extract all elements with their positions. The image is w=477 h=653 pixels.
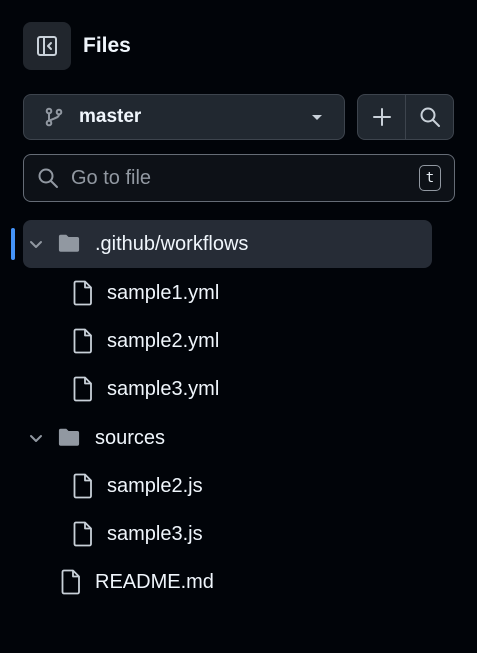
folder-icon	[58, 426, 80, 450]
tree-item-sample2-js[interactable]: sample2.js	[23, 462, 432, 510]
go-to-file-field[interactable]: t	[23, 154, 455, 202]
tree-item-github-workflows[interactable]: .github/workflows	[23, 220, 432, 268]
git-branch-icon	[43, 106, 65, 128]
sidebar-collapse-icon	[37, 36, 57, 56]
chevron-down-icon[interactable]	[29, 237, 43, 251]
tree-item-label: README.md	[95, 570, 214, 593]
file-icon	[73, 473, 95, 499]
file-actions-group	[357, 94, 454, 140]
file-tree-panel: Files master Go to file t .github/workfl…	[0, 0, 477, 653]
tree-item-label: sample2.js	[107, 474, 203, 497]
keyboard-shortcut-hint: t	[419, 165, 441, 191]
file-icon	[73, 328, 95, 354]
tree-item-sample2-yml[interactable]: sample2.yml	[23, 317, 432, 365]
panel-header: Files	[23, 22, 131, 70]
tree-item-label: sample3.yml	[107, 377, 220, 400]
tree-item-label: sample1.yml	[107, 281, 220, 304]
tree-item-sample3-js[interactable]: sample3.js	[23, 510, 432, 558]
tree-item-label: sources	[95, 426, 166, 449]
file-icon	[61, 569, 83, 595]
tree-item-sample1-yml[interactable]: sample1.yml	[23, 269, 432, 317]
panel-title: Files	[83, 34, 131, 57]
file-icon	[73, 280, 95, 306]
tree-item-sample3-yml[interactable]: sample3.yml	[23, 365, 432, 413]
branch-selector-button[interactable]: master	[23, 94, 345, 140]
file-icon	[73, 521, 95, 547]
branch-toolbar: master	[23, 94, 454, 140]
tree-item-label: sample3.js	[107, 522, 203, 545]
search-icon	[420, 107, 440, 127]
folder-icon	[58, 232, 80, 256]
plus-icon	[372, 108, 391, 126]
chevron-down-icon[interactable]	[29, 431, 43, 445]
tree-item-label: .github/workflows	[95, 232, 249, 255]
search-icon	[37, 167, 59, 189]
branch-name: master	[79, 106, 142, 127]
file-icon	[73, 376, 95, 402]
active-item-indicator	[11, 228, 15, 260]
sidebar-toggle-button[interactable]	[23, 22, 71, 70]
add-file-button[interactable]	[358, 95, 405, 139]
go-to-file-input[interactable]	[71, 163, 419, 193]
tree-item-label: sample2.yml	[107, 329, 220, 352]
tree-item-readme-md[interactable]: README.md	[23, 558, 432, 606]
tree-item-sources[interactable]: sources	[23, 414, 432, 462]
search-code-button[interactable]	[405, 95, 453, 139]
chevron-down-icon	[310, 110, 324, 124]
